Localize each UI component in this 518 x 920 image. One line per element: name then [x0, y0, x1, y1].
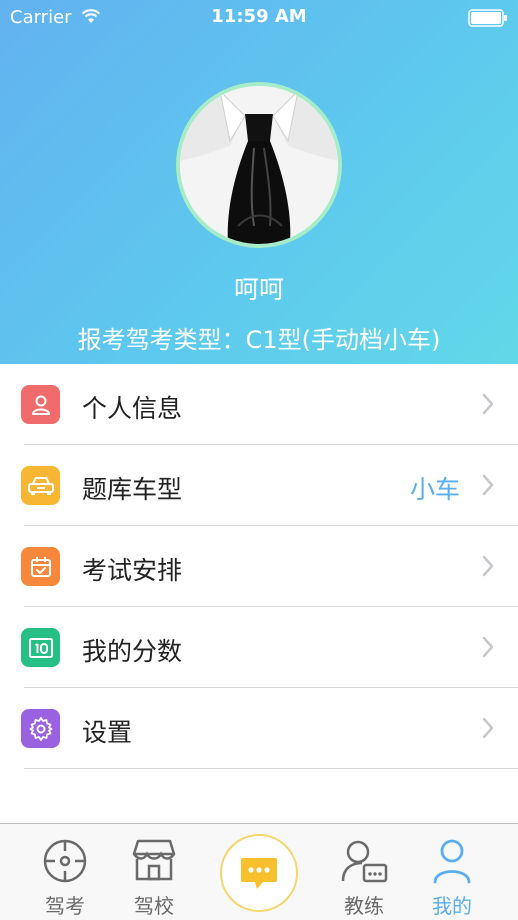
battery-icon: [468, 9, 507, 27]
calendar-icon: [21, 547, 60, 586]
tab-mine[interactable]: 我的: [407, 824, 497, 920]
chevron-right-icon: [482, 555, 494, 577]
status-time: 11:59 AM: [211, 6, 307, 27]
chevron-right-icon: [482, 474, 494, 496]
settings-icon: [21, 709, 60, 748]
menu-item-label: 我的分数: [82, 637, 183, 666]
tab-bar: 驾考 驾校 教练 我的: [0, 823, 518, 920]
menu-item-value: 小车: [409, 475, 460, 504]
shop-icon: [132, 839, 176, 881]
avatar-image: [180, 86, 338, 244]
profile-menu: 个人信息 题库车型 小车 考试安排 我的分数 设置: [0, 364, 518, 769]
avatar[interactable]: [176, 82, 342, 248]
crosshair-icon: [43, 839, 87, 883]
tab-label: 我的: [432, 894, 472, 918]
profile-header: Carrier 11:59 AM 呵呵 报考驾考类型：C1型(手动档小车): [0, 0, 518, 364]
menu-item-label: 考试安排: [82, 556, 183, 585]
tab-coach[interactable]: 教练: [319, 824, 409, 920]
car-icon: [21, 466, 60, 505]
menu-item-question-bank-vehicle[interactable]: 题库车型 小车: [0, 445, 518, 526]
chevron-right-icon: [482, 717, 494, 739]
tab-label: 驾考: [45, 894, 85, 918]
chevron-right-icon: [482, 636, 494, 658]
tab-label: 驾校: [134, 894, 174, 918]
exam-type-label: 报考驾考类型：C1型(手动档小车): [77, 326, 441, 354]
menu-item-my-score[interactable]: 我的分数: [0, 607, 518, 688]
chevron-right-icon: [482, 393, 494, 415]
person-icon: [21, 385, 60, 424]
tab-driving-school[interactable]: 驾校: [109, 824, 199, 920]
score-icon: [21, 628, 60, 667]
menu-item-personal-info[interactable]: 个人信息: [0, 364, 518, 445]
tab-label: 教练: [344, 894, 384, 918]
status-bar: Carrier 11:59 AM: [0, 0, 518, 36]
message-icon: [241, 858, 277, 889]
message-button[interactable]: [220, 834, 298, 912]
tab-driving-test[interactable]: 驾考: [20, 824, 110, 920]
menu-item-label: 设置: [82, 718, 133, 747]
menu-item-label: 个人信息: [82, 394, 183, 423]
nickname: 呵呵: [233, 275, 284, 304]
person-icon: [433, 839, 471, 884]
coach-icon: [341, 840, 388, 883]
divider: [24, 768, 518, 769]
menu-item-exam-schedule[interactable]: 考试安排: [0, 526, 518, 607]
menu-item-settings[interactable]: 设置: [0, 688, 518, 769]
menu-item-label: 题库车型: [82, 475, 183, 504]
